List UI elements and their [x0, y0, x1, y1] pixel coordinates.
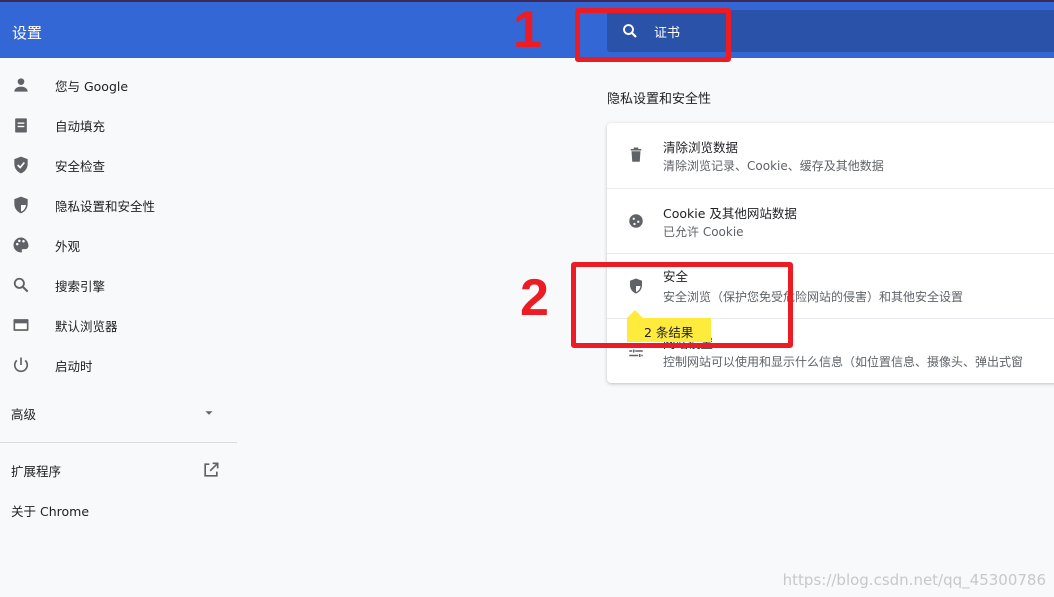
person-icon [14, 78, 28, 92]
sidebar-item-default-browser[interactable]: 默认浏览器 [0, 305, 237, 345]
divider [0, 442, 237, 443]
sidebar-item-label: 搜索引擎 [55, 278, 106, 294]
open-in-new-icon [204, 462, 219, 477]
sidebar-item-google[interactable]: 您与 Google [0, 65, 237, 105]
sidebar-item-safety-check[interactable]: 安全检查 [0, 145, 237, 185]
row-clear-browsing-data[interactable]: 清除浏览数据清除浏览记录、Cookie、缓存及其他数据 [607, 123, 1054, 188]
page-title: 设置 [12, 24, 43, 42]
extensions-label: 扩展程序 [11, 463, 62, 479]
sidebar-item-autofill[interactable]: 自动填充 [0, 105, 237, 145]
clipboard-icon [15, 118, 27, 133]
shield-icon [14, 196, 28, 214]
trash-icon [630, 147, 642, 162]
section-title: 隐私设置和安全性 [607, 92, 712, 107]
advanced-label: 高级 [11, 406, 37, 422]
sidebar-item-label: 自动填充 [55, 118, 106, 134]
caret-down-icon [205, 411, 213, 415]
sidebar-item-label: 隐私设置和安全性 [55, 198, 156, 214]
sidebar-advanced[interactable]: 高级 [0, 393, 237, 433]
sidebar-item-label: 您与 Google [55, 78, 129, 94]
search-icon [13, 277, 29, 293]
watermark: https://blog.csdn.net/qq_45300786 [782, 571, 1046, 589]
sidebar-item-search-engine[interactable]: 搜索引擎 [0, 265, 237, 305]
browser-icon [13, 319, 29, 331]
sidebar-item-label: 外观 [55, 238, 81, 254]
row-subtitle: 已允许 Cookie [663, 225, 744, 239]
annotation-box-1 [575, 8, 731, 62]
row-cookies[interactable]: Cookie 及其他网站数据 已允许 Cookie [607, 188, 1054, 253]
annotation-label-2: 2 [520, 269, 549, 327]
sidebar-item-label: 启动时 [55, 358, 93, 374]
row-subtitle: 清除浏览记录、Cookie、缓存及其他数据 [663, 159, 884, 173]
about-label: 关于 Chrome [11, 503, 90, 519]
row-title: Cookie 及其他网站数据 [663, 206, 797, 221]
sidebar-item-label: 安全检查 [55, 158, 106, 174]
sidebar-item-on-startup[interactable]: 启动时 [0, 345, 237, 385]
sidebar-item-label: 默认浏览器 [55, 318, 118, 334]
row-title: 清除浏览数据 [663, 140, 739, 155]
palette-icon [13, 237, 29, 253]
shield-check-icon [14, 156, 28, 174]
sidebar-about-chrome[interactable]: 关于 Chrome [0, 490, 237, 530]
power-icon [13, 357, 29, 373]
sidebar-extensions[interactable]: 扩展程序 [0, 450, 237, 490]
sidebar-item-appearance[interactable]: 外观 [0, 225, 237, 265]
annotation-label-1: 1 [513, 1, 542, 59]
row-subtitle: 控制网站可以使用和显示什么信息（如位置信息、摄像头、弹出式窗 [663, 355, 1024, 369]
annotation-box-2 [571, 262, 793, 348]
sidebar-item-privacy[interactable]: 隐私设置和安全性 [0, 185, 237, 225]
cookie-icon [629, 214, 643, 228]
